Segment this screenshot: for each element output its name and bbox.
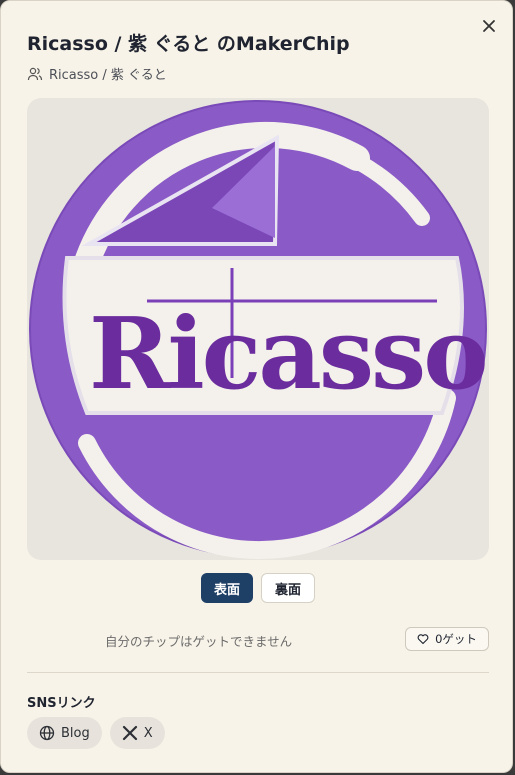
globe-icon [39, 725, 55, 741]
divider [27, 672, 489, 673]
owner-name: Ricasso / 紫 ぐると [49, 68, 167, 83]
get-button[interactable]: 0ゲット [405, 627, 489, 651]
svg-text:Ricasso: Ricasso [89, 297, 486, 412]
close-icon[interactable] [479, 16, 499, 36]
get-label: ゲット [442, 632, 477, 646]
chip-image: Ricasso [27, 98, 489, 560]
sns-link-label: Blog [61, 725, 90, 741]
owner-row: Ricasso / 紫 ぐると [27, 64, 167, 83]
sns-link-blog[interactable]: Blog [27, 717, 102, 749]
face-tabs: 表面 裏面 [201, 573, 315, 603]
sns-list: Blog X [27, 717, 165, 749]
tab-back[interactable]: 裏面 [261, 573, 315, 603]
x-logo-icon [122, 725, 137, 741]
heart-icon [417, 634, 429, 645]
page-title: Ricasso / 紫 ぐると のMakerChip [27, 33, 350, 55]
tab-front[interactable]: 表面 [201, 573, 253, 603]
chip-modal: Ricasso / 紫 ぐると のMakerChip Ricasso / 紫 ぐ… [0, 0, 513, 773]
users-icon [27, 67, 43, 80]
sns-link-label: X [143, 725, 153, 741]
sns-link-x[interactable]: X [109, 717, 165, 749]
sns-title: SNSリンク [27, 696, 96, 711]
chip-artwork: Ricasso [29, 100, 489, 560]
own-chip-notice: 自分のチップはゲットできません [105, 634, 293, 649]
